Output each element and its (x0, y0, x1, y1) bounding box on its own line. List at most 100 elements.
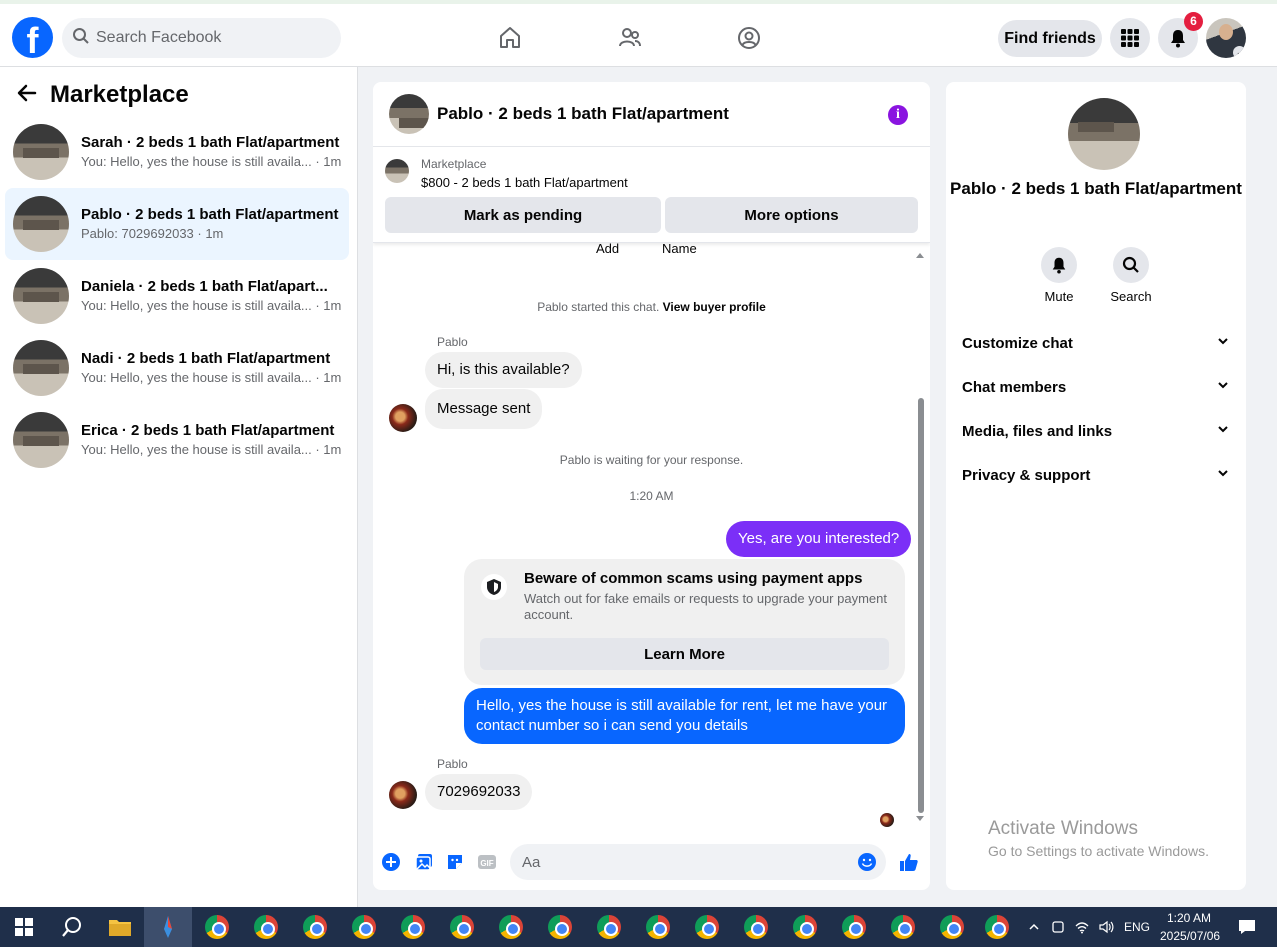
chrome-icon[interactable] (928, 907, 976, 947)
taskbar-search-icon[interactable] (48, 907, 96, 947)
shield-icon (481, 574, 507, 600)
conversation-preview: Pablo: 7029692033 · 1m (81, 226, 224, 242)
add-plus-icon[interactable] (381, 852, 401, 872)
listing-thumbnail-large[interactable] (1068, 98, 1140, 170)
gif-icon[interactable]: GIF (477, 852, 497, 872)
incoming-message[interactable]: Hi, is this available? (425, 352, 582, 388)
page-scrollbar[interactable] (1264, 67, 1277, 907)
chrome-icon[interactable] (291, 907, 339, 947)
notification-center-icon[interactable] (1232, 907, 1262, 947)
section-media-files-links[interactable]: Media, files and links (962, 422, 1230, 440)
section-chat-members[interactable]: Chat members (962, 378, 1230, 396)
cut-off-label: Name (662, 241, 697, 256)
photo-icon[interactable] (414, 852, 434, 872)
marketplace-listing-bar: Marketplace $800 - 2 beds 1 bath Flat/ap… (373, 147, 930, 243)
section-privacy-support[interactable]: Privacy & support (962, 466, 1230, 484)
conversation-preview: You: Hello, yes the house is still avail… (81, 298, 342, 314)
timestamp: 1:20 AM (629, 489, 674, 503)
profile-circle-icon[interactable] (735, 24, 763, 52)
taskbar-date[interactable]: 2025/07/06 (1160, 929, 1220, 943)
outgoing-message[interactable]: Hello, yes the house is still available … (464, 688, 905, 744)
view-buyer-profile-link[interactable]: View buyer profile (663, 300, 766, 314)
info-icon[interactable]: i (888, 105, 908, 125)
sticker-icon[interactable] (445, 852, 465, 872)
conversation-item-active[interactable]: Pablo · 2 beds 1 bath Flat/apartment Pab… (5, 188, 349, 260)
listing-thumbnail[interactable] (389, 94, 429, 134)
chrome-icon[interactable] (340, 907, 388, 947)
section-customize-chat[interactable]: Customize chat (962, 334, 1230, 352)
chevron-up-icon[interactable] (1022, 907, 1046, 947)
scrollbar-thumb[interactable] (918, 398, 924, 813)
conversation-item[interactable]: Erica · 2 beds 1 bath Flat/apartment You… (5, 404, 349, 476)
conversation-name: Erica · 2 beds 1 bath Flat/apartment (81, 421, 335, 439)
chrome-icon[interactable] (487, 907, 535, 947)
learn-more-button[interactable]: Learn More (480, 638, 889, 670)
mute-action[interactable]: Mute (1023, 247, 1095, 304)
search-icon (72, 27, 90, 50)
chrome-icon[interactable] (634, 907, 682, 947)
account-avatar[interactable]: ⌄ (1206, 18, 1246, 58)
conversation-name: Sarah · 2 beds 1 bath Flat/apartment (81, 133, 340, 151)
taskbar-time[interactable]: 1:20 AM (1167, 911, 1211, 925)
sender-avatar[interactable] (389, 781, 417, 809)
chrome-icon[interactable] (973, 907, 1021, 947)
seen-avatar (880, 813, 894, 827)
chrome-icon[interactable] (242, 907, 290, 947)
chat-header: Pablo · 2 beds 1 bath Flat/apartment (373, 82, 930, 147)
scam-warning-card: Beware of common scams using payment app… (464, 559, 905, 685)
home-icon[interactable] (496, 24, 524, 52)
thumbs-up-icon[interactable] (897, 850, 921, 874)
chrome-icon[interactable] (193, 907, 241, 947)
scam-warning-text: Watch out for fake emails or requests to… (524, 591, 887, 622)
chrome-icon[interactable] (732, 907, 780, 947)
file-explorer-icon[interactable] (96, 907, 144, 947)
outgoing-message[interactable]: Yes, are you interested? (726, 521, 912, 557)
chrome-icon[interactable] (879, 907, 927, 947)
chevron-down-icon (1216, 422, 1230, 440)
conversation-preview: You: Hello, yes the house is still avail… (81, 370, 342, 386)
message-composer: GIF (373, 842, 930, 890)
search-action[interactable]: Search (1095, 247, 1167, 304)
search-input[interactable] (96, 29, 326, 47)
search-box[interactable] (62, 18, 341, 58)
conversation-item[interactable]: Sarah · 2 beds 1 bath Flat/apartment You… (5, 116, 349, 188)
chrome-icon[interactable] (830, 907, 878, 947)
chrome-icon[interactable] (683, 907, 731, 947)
more-options-button[interactable]: More options (665, 197, 918, 233)
message-input[interactable] (510, 844, 886, 880)
chat-title[interactable]: Pablo · 2 beds 1 bath Flat/apartment (437, 104, 729, 124)
chrome-icon[interactable] (389, 907, 437, 947)
mark-as-pending-button[interactable]: Mark as pending (385, 197, 661, 233)
emoji-icon[interactable] (857, 852, 877, 872)
wifi-icon[interactable] (1070, 907, 1094, 947)
apps-menu-icon[interactable] (1110, 18, 1150, 58)
paint-app-icon[interactable] (144, 907, 192, 947)
listing-price-title[interactable]: $800 - 2 beds 1 bath Flat/apartment (421, 175, 628, 190)
volume-icon[interactable] (1094, 907, 1118, 947)
chrome-icon[interactable] (536, 907, 584, 947)
incoming-message[interactable]: Message sent (425, 389, 543, 429)
find-friends-button[interactable]: Find friends (998, 20, 1102, 57)
sender-avatar[interactable] (389, 404, 417, 432)
windows-start-icon[interactable] (0, 907, 48, 947)
friends-icon[interactable] (616, 24, 644, 52)
facebook-logo[interactable]: f (12, 17, 53, 58)
chrome-icon[interactable] (585, 907, 633, 947)
tablet-icon[interactable] (1046, 907, 1070, 947)
svg-text:GIF: GIF (480, 859, 493, 868)
conversation-item[interactable]: Nadi · 2 beds 1 bath Flat/apartment You:… (5, 332, 349, 404)
search-icon (1113, 247, 1149, 283)
chat-details-panel: Pablo · 2 beds 1 bath Flat/apartment Mut… (946, 82, 1246, 890)
listing-thumbnail (13, 196, 69, 252)
conversation-item[interactable]: Daniela · 2 beds 1 bath Flat/apart... Yo… (5, 260, 349, 332)
back-arrow-icon[interactable] (16, 82, 38, 109)
incoming-message[interactable]: 7029692033 (425, 774, 533, 810)
listing-thumbnail (13, 268, 69, 324)
language-indicator[interactable]: ENG (1124, 920, 1150, 934)
chrome-icon[interactable] (438, 907, 486, 947)
cut-off-label: Add (596, 241, 620, 256)
chrome-icon[interactable] (781, 907, 829, 947)
conversation-name: Nadi · 2 beds 1 bath Flat/apartment (81, 349, 331, 367)
marketplace-sidebar: Marketplace Sarah · 2 beds 1 bath Flat/a… (0, 67, 358, 907)
scam-warning-title: Beware of common scams using payment app… (524, 570, 863, 587)
